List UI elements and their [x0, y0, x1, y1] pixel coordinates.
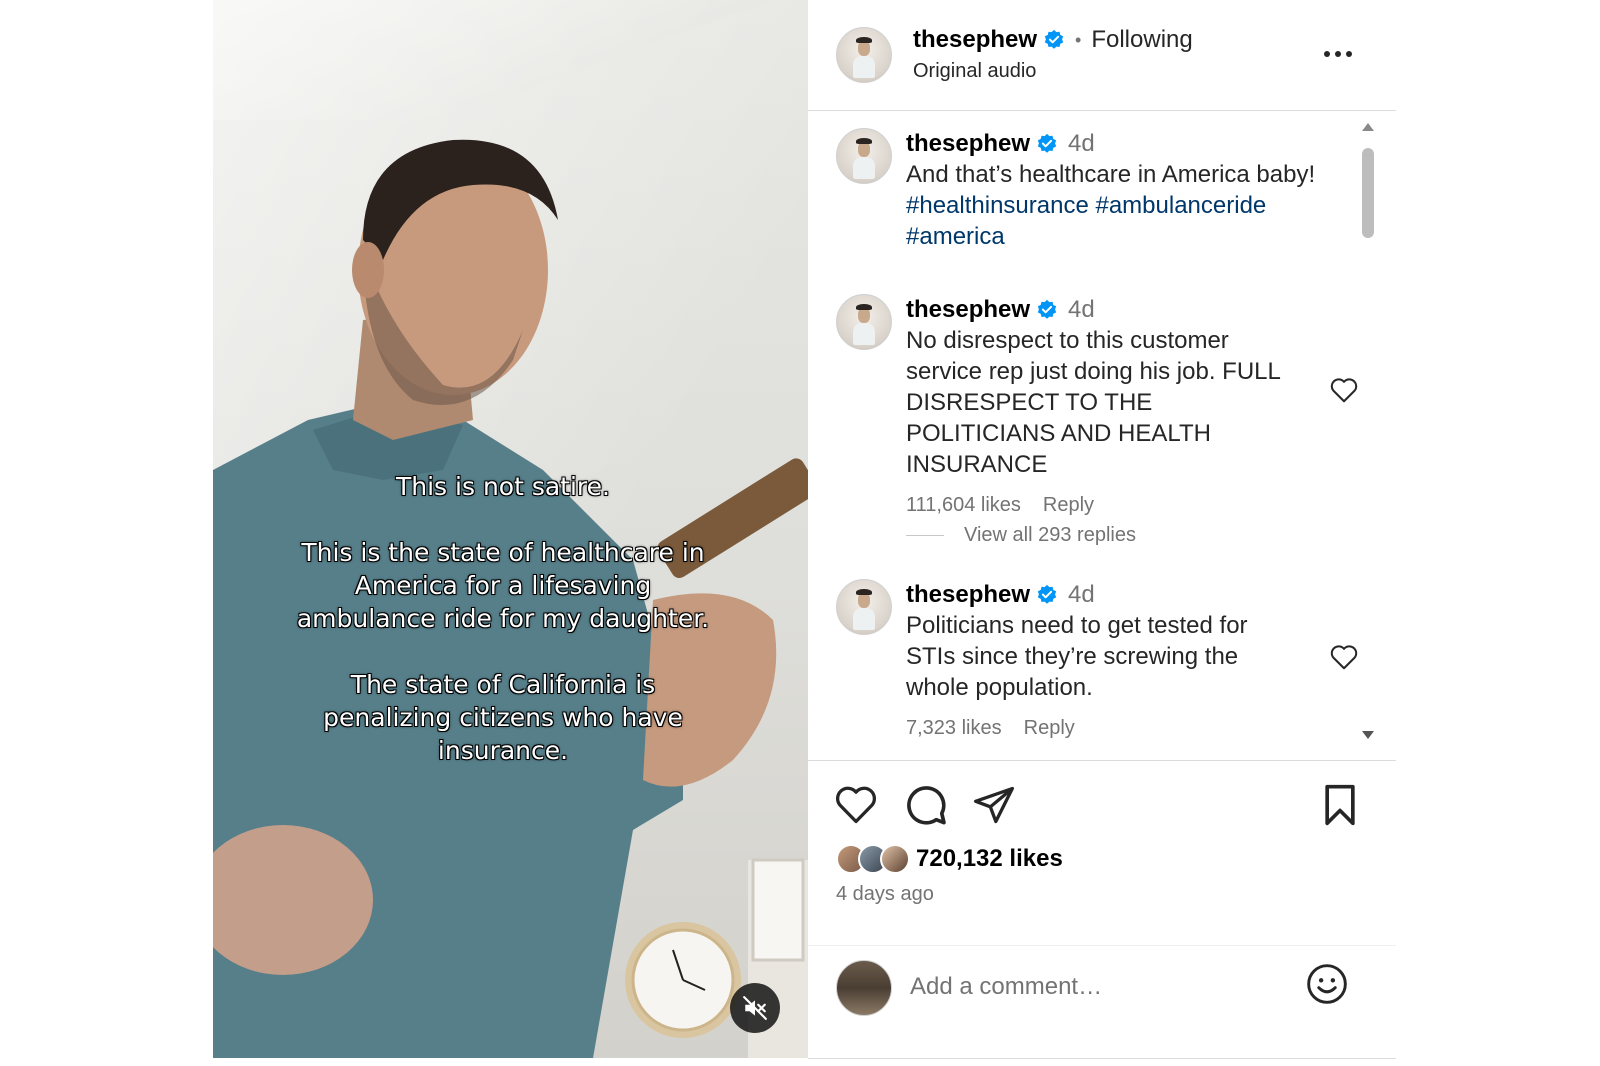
verified-badge-icon [1037, 584, 1057, 604]
comments-list[interactable]: thesephew 4d And that’s healthcare in Am… [808, 111, 1396, 759]
caption-avatar[interactable] [836, 128, 892, 184]
hashtag-link[interactable]: #ambulanceride [1095, 192, 1266, 219]
comment-time: 4d [1068, 296, 1095, 323]
comment-likes[interactable]: 7,323 likes [906, 717, 1002, 740]
author-row: thesephew • Following [913, 26, 1193, 54]
more-options-button[interactable] [1321, 40, 1355, 68]
verified-badge-icon [1037, 133, 1057, 153]
scroll-thumb[interactable] [1362, 148, 1374, 238]
heart-icon[interactable] [1329, 376, 1359, 404]
view-replies-button[interactable]: View all 293 replies [906, 524, 1136, 547]
caption-text: And that’s healthcare in America baby! [906, 161, 1316, 188]
comment-input[interactable] [908, 964, 1292, 1010]
post-side-panel: thesephew • Following Original audio the… [808, 0, 1396, 1059]
reply-button[interactable]: Reply [1043, 494, 1094, 517]
bookmark-icon[interactable] [1318, 783, 1362, 827]
video-player[interactable]: This is not satire. This is the state of… [213, 0, 808, 1058]
audio-label[interactable]: Original audio [913, 60, 1036, 83]
video-caption: This is not satire. This is the state of… [293, 470, 713, 800]
hashtag-link[interactable]: #america [906, 223, 1005, 250]
post-actions: 720,132 likes 4 days ago [808, 760, 1396, 941]
comment-time: 4d [1068, 581, 1095, 608]
following-button[interactable]: Following [1091, 26, 1192, 54]
more-options-icon [1324, 51, 1352, 57]
author-username[interactable]: thesephew [913, 26, 1037, 54]
verified-badge-icon [1044, 29, 1064, 49]
scroll-down-arrow-icon[interactable] [1360, 730, 1376, 742]
comment-text: Politicians need to get tested for STIs … [906, 612, 1248, 701]
reply-button[interactable]: Reply [1024, 717, 1075, 740]
add-comment-bar [808, 945, 1396, 1058]
author-avatar[interactable] [836, 27, 892, 83]
post-timestamp[interactable]: 4 days ago [836, 883, 934, 906]
share-icon[interactable] [972, 783, 1016, 827]
commenter-avatar[interactable] [836, 294, 892, 350]
replies-divider [906, 535, 944, 536]
likes-summary[interactable]: 720,132 likes [836, 839, 1063, 879]
liker-avatar [880, 844, 910, 874]
current-user-avatar [836, 960, 892, 1016]
video-caption-line-3: The state of California is penalizing ci… [323, 670, 683, 765]
commenter-avatar[interactable] [836, 579, 892, 635]
comment-username[interactable]: thesephew [906, 294, 1030, 325]
separator-dot: • [1075, 29, 1082, 50]
comment-icon[interactable] [904, 783, 948, 827]
heart-icon[interactable] [1329, 643, 1359, 671]
post-header: thesephew • Following Original audio [808, 0, 1396, 111]
comments-scrollbar[interactable] [1358, 116, 1378, 752]
hashtag-link[interactable]: #healthinsurance [906, 192, 1089, 219]
view-replies-label: View all 293 replies [964, 524, 1136, 546]
comment-username[interactable]: thesephew [906, 579, 1030, 610]
volume-muted-icon [743, 996, 767, 1020]
comment-text: No disrespect to this customer service r… [906, 327, 1280, 478]
caption-username[interactable]: thesephew [906, 128, 1030, 159]
comment-likes[interactable]: 111,604 likes [906, 494, 1021, 517]
likes-count[interactable]: 720,132 likes [916, 845, 1063, 873]
heart-icon[interactable] [834, 783, 878, 827]
video-caption-line-2: This is the state of healthcare in Ameri… [296, 538, 710, 633]
verified-badge-icon [1037, 299, 1057, 319]
caption-time: 4d [1068, 130, 1095, 157]
video-caption-line-1: This is not satire. [396, 472, 610, 501]
emoji-icon[interactable] [1305, 962, 1349, 1006]
mute-button[interactable] [730, 983, 780, 1033]
scroll-up-arrow-icon[interactable] [1360, 120, 1376, 132]
